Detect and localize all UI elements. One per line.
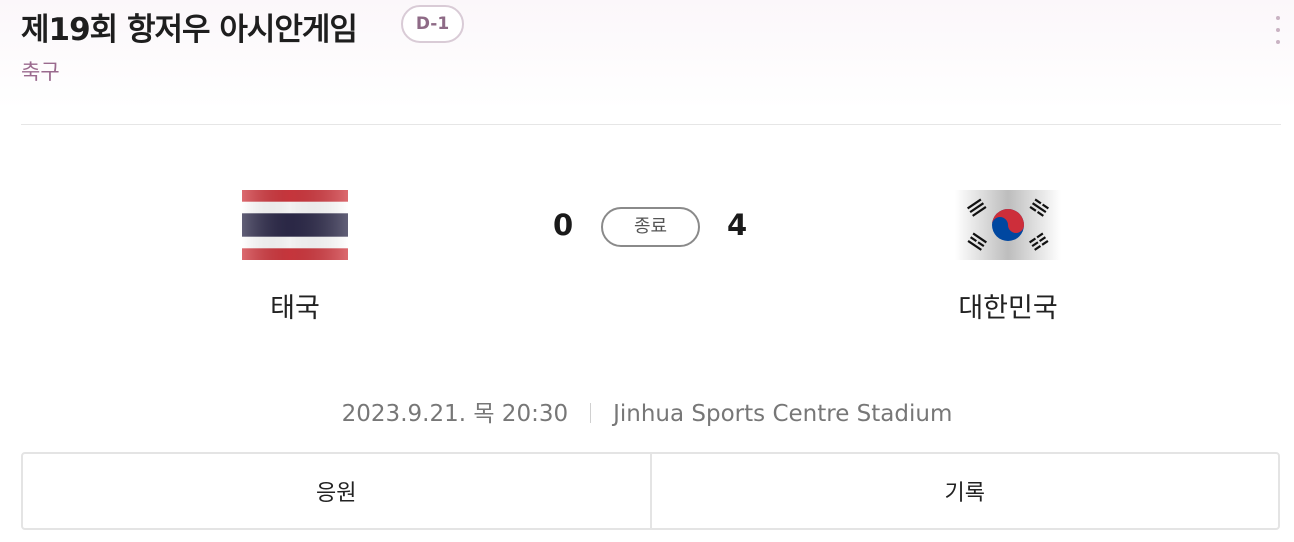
away-score: 4 (727, 208, 748, 242)
home-team[interactable]: 태국 (195, 190, 395, 325)
more-vertical-icon[interactable] (1274, 16, 1282, 44)
sport-label[interactable]: 축구 (21, 56, 60, 86)
match-card: 제19회 항저우 아시안게임 D-1 축구 태국 0 종료 4 대한민국 202… (0, 0, 1294, 542)
action-bar: 응원 기록 (21, 452, 1280, 530)
match-venue: Jinhua Sports Centre Stadium (613, 401, 953, 427)
thailand-flag-icon (242, 190, 348, 260)
away-team-name: 대한민국 (958, 293, 1058, 324)
separator (590, 403, 592, 423)
event-title: 제19회 항저우 아시안게임 (21, 12, 358, 48)
cheer-button[interactable]: 응원 (23, 454, 650, 528)
d-day-badge: D-1 (401, 5, 464, 43)
home-score: 0 (553, 208, 574, 242)
record-button[interactable]: 기록 (649, 454, 1279, 528)
home-team-name: 태국 (270, 293, 320, 324)
match-datetime: 2023.9.21. 목 20:30 (341, 401, 569, 427)
match-info: 2023.9.21. 목 20:30 Jinhua Sports Centre S… (0, 394, 1294, 428)
match-status-badge: 종료 (601, 207, 700, 247)
divider (21, 124, 1281, 125)
card-header: 제19회 항저우 아시안게임 D-1 축구 (21, 0, 1294, 100)
away-team[interactable]: 대한민국 (908, 190, 1108, 325)
south-korea-flag-icon (955, 190, 1061, 260)
